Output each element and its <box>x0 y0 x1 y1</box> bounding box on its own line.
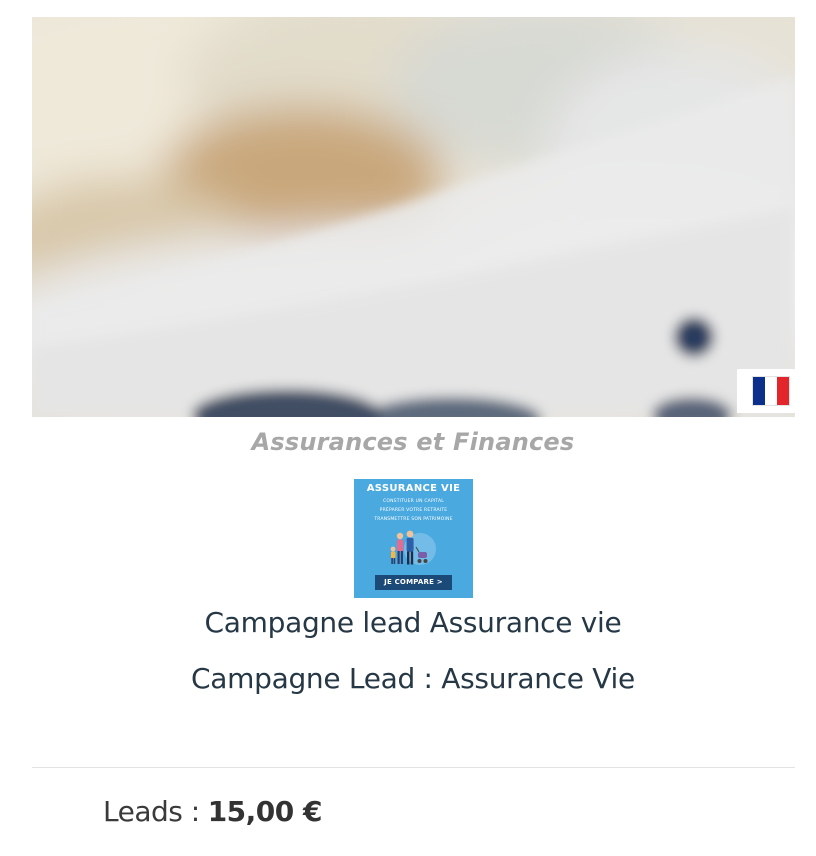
category-label[interactable]: Assurances et Finances <box>0 428 816 456</box>
family-illustration-icon <box>390 530 436 565</box>
price-row: Leads :15,00 € <box>103 795 322 828</box>
banner-line: CONSTITUER UN CAPITAL <box>383 499 444 504</box>
fr-flag-icon <box>753 377 789 405</box>
price-label: Leads : <box>103 795 200 828</box>
product-card[interactable]: Assurances et Finances ASSURANCE VIE CON… <box>0 0 816 856</box>
campaign-subtitle: Campagne Lead : Assurance Vie <box>191 662 635 695</box>
divider <box>32 767 795 768</box>
campaign-banner-image[interactable]: ASSURANCE VIE CONSTITUER UN CAPITAL PRÉP… <box>354 479 473 598</box>
campaign-title[interactable]: Campagne lead Assurance vie <box>0 606 816 639</box>
banner-line: PRÉPARER VOTRE RETRAITE <box>379 508 448 513</box>
compare-button[interactable]: JE COMPARE > <box>375 575 452 590</box>
banner-line: TRANSMETTRE SON PATRIMOINE <box>374 517 453 522</box>
banner-title: ASSURANCE VIE <box>366 483 461 494</box>
country-flag <box>737 369 795 413</box>
price-value: 15,00 € <box>207 795 323 828</box>
hero-image[interactable] <box>32 17 795 417</box>
